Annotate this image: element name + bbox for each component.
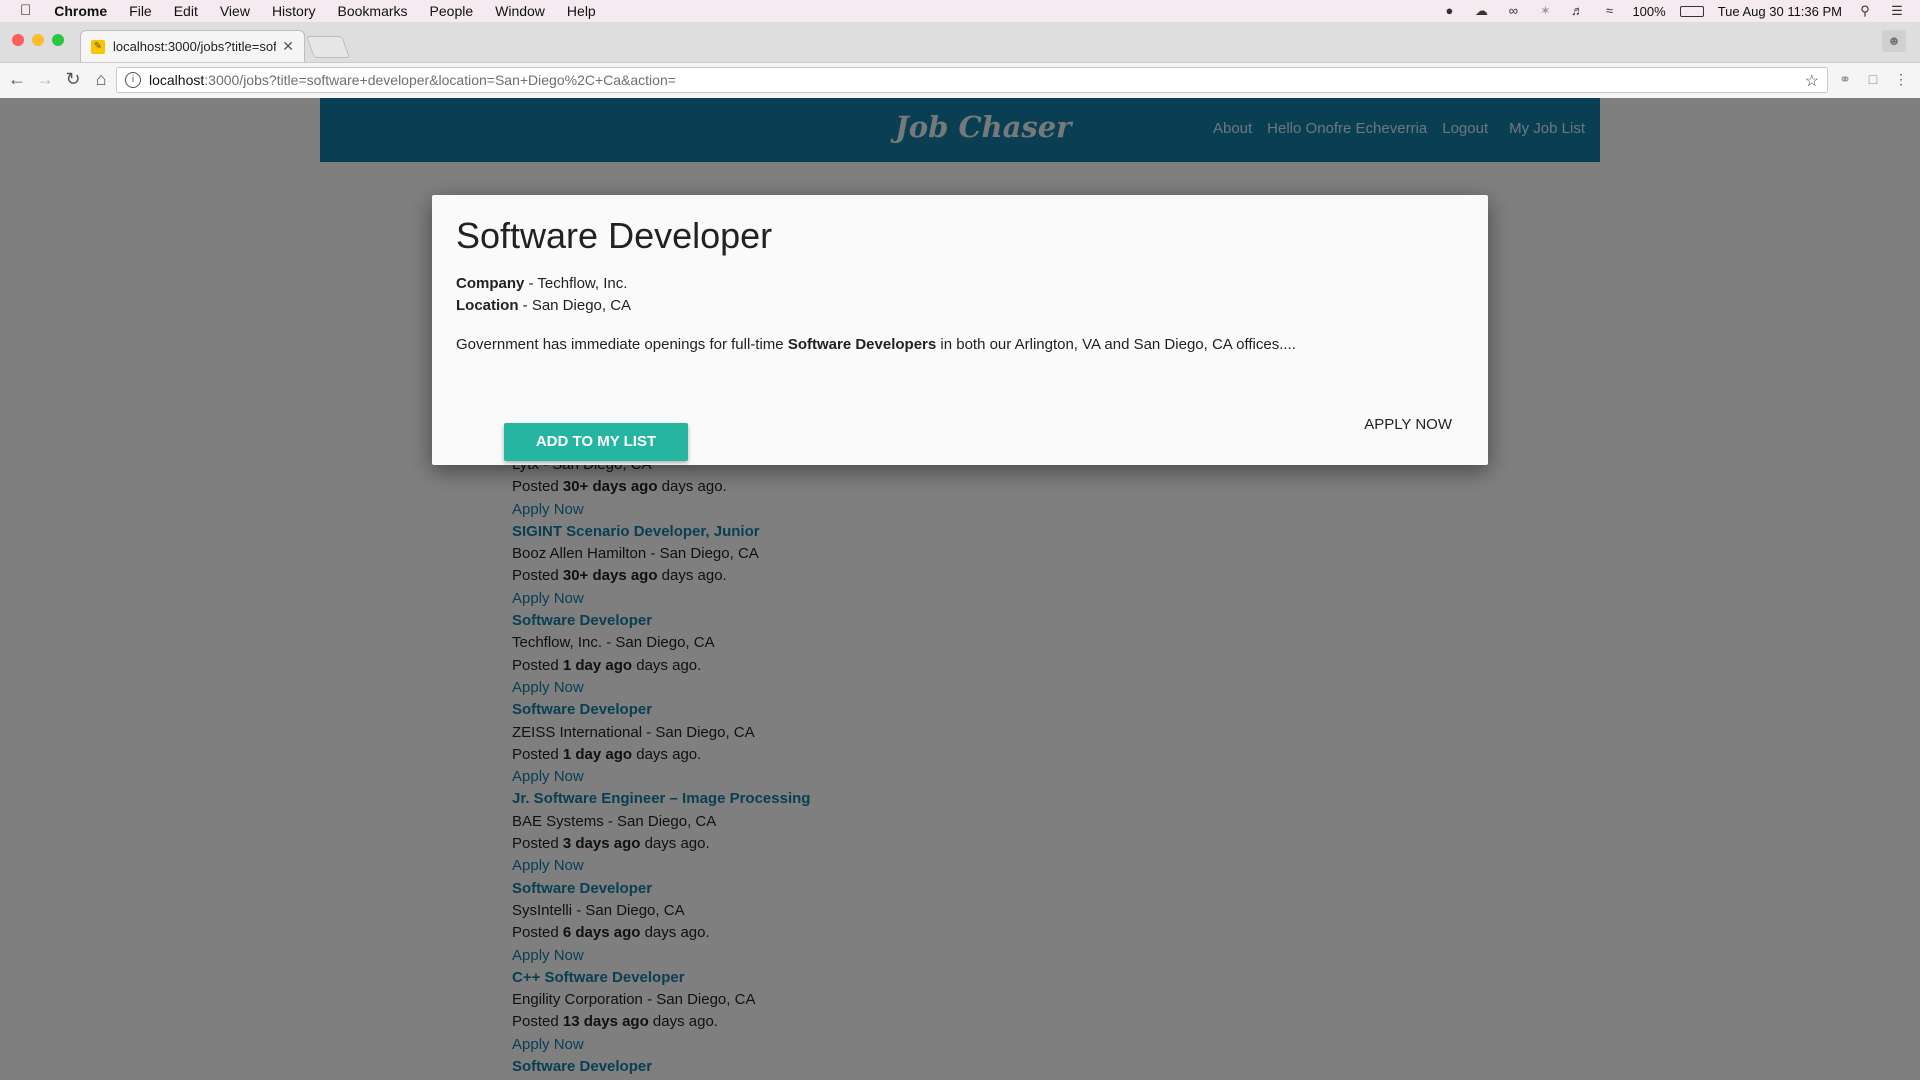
job-detail-modal: Software Developer Company - Techflow, I…: [432, 195, 1488, 465]
battery-icon[interactable]: [1679, 5, 1704, 17]
reload-icon[interactable]: ↻: [62, 69, 84, 90]
menu-people[interactable]: People: [419, 0, 485, 22]
tab-title: localhost:3000/jobs?title=soft: [113, 39, 277, 54]
browser-tab-strip: ✎ localhost:3000/jobs?title=soft ✕ ☻: [0, 22, 1920, 63]
glasses-icon[interactable]: ∞: [1504, 4, 1522, 18]
browser-toolbar: ← → ↻ ⌂ i localhost:3000/jobs?title=soft…: [0, 63, 1920, 99]
bluetooth-icon[interactable]: ✶: [1536, 4, 1554, 18]
wifi-icon[interactable]: ≈: [1600, 4, 1618, 18]
menu-window[interactable]: Window: [484, 0, 556, 22]
modal-description: Government has immediate openings for fu…: [456, 336, 1296, 353]
tab-close-icon[interactable]: ✕: [282, 38, 294, 55]
minimize-window-button[interactable]: [32, 34, 44, 46]
menu-file[interactable]: File: [118, 0, 163, 22]
address-host: localhost: [149, 72, 205, 88]
notification-center-icon[interactable]: ☰: [1888, 4, 1906, 18]
modal-title: Software Developer: [456, 215, 773, 256]
profile-icon[interactable]: ☻: [1882, 30, 1906, 52]
menu-clock[interactable]: Tue Aug 30 11:36 PM: [1718, 4, 1842, 19]
favicon-icon: ✎: [91, 39, 105, 54]
macos-menu-bar:  Chrome File Edit View History Bookmark…: [0, 0, 1920, 22]
close-window-button[interactable]: [12, 34, 24, 46]
forward-icon[interactable]: →: [34, 69, 56, 90]
site-info-icon[interactable]: i: [125, 72, 141, 88]
new-tab-button[interactable]: [305, 36, 351, 58]
menu-edit[interactable]: Edit: [163, 0, 209, 22]
menu-app-chrome[interactable]: Chrome: [43, 0, 118, 22]
back-icon[interactable]: ←: [6, 69, 28, 90]
apply-now-button[interactable]: APPLY NOW: [1364, 416, 1452, 433]
extension-a-icon[interactable]: □: [1864, 71, 1882, 87]
menu-help[interactable]: Help: [556, 0, 607, 22]
address-path: :3000/jobs?title=software+developer&loca…: [204, 72, 676, 88]
cloud-icon[interactable]: ☁: [1472, 4, 1490, 18]
chrome-menu-icon[interactable]: ⋮: [1892, 71, 1910, 88]
volume-icon[interactable]: ♬: [1568, 4, 1586, 18]
bookmark-star-icon[interactable]: ☆: [1805, 71, 1819, 91]
modal-location-row: Location - San Diego, CA: [456, 297, 632, 314]
modal-job-info: Company - Techflow, Inc. Location - San …: [456, 273, 631, 317]
battery-percent: 100%: [1632, 3, 1666, 19]
browser-tab-active[interactable]: ✎ localhost:3000/jobs?title=soft ✕: [80, 30, 305, 62]
address-bar[interactable]: i localhost:3000/jobs?title=software+dev…: [116, 67, 1828, 93]
evernote-icon[interactable]: ●: [1440, 4, 1458, 18]
add-to-my-list-button[interactable]: ADD TO MY LIST: [504, 423, 688, 461]
apple-menu-icon[interactable]: : [0, 0, 43, 22]
modal-company-row: Company - Techflow, Inc.: [456, 275, 628, 292]
menu-view[interactable]: View: [209, 0, 261, 22]
zoom-window-button[interactable]: [52, 34, 64, 46]
menu-bookmarks[interactable]: Bookmarks: [327, 0, 419, 22]
home-icon[interactable]: ⌂: [90, 69, 112, 90]
menu-history[interactable]: History: [261, 0, 327, 22]
spotlight-search-icon[interactable]: ⚲: [1856, 4, 1874, 18]
extension-icon[interactable]: ⚭: [1836, 71, 1854, 88]
